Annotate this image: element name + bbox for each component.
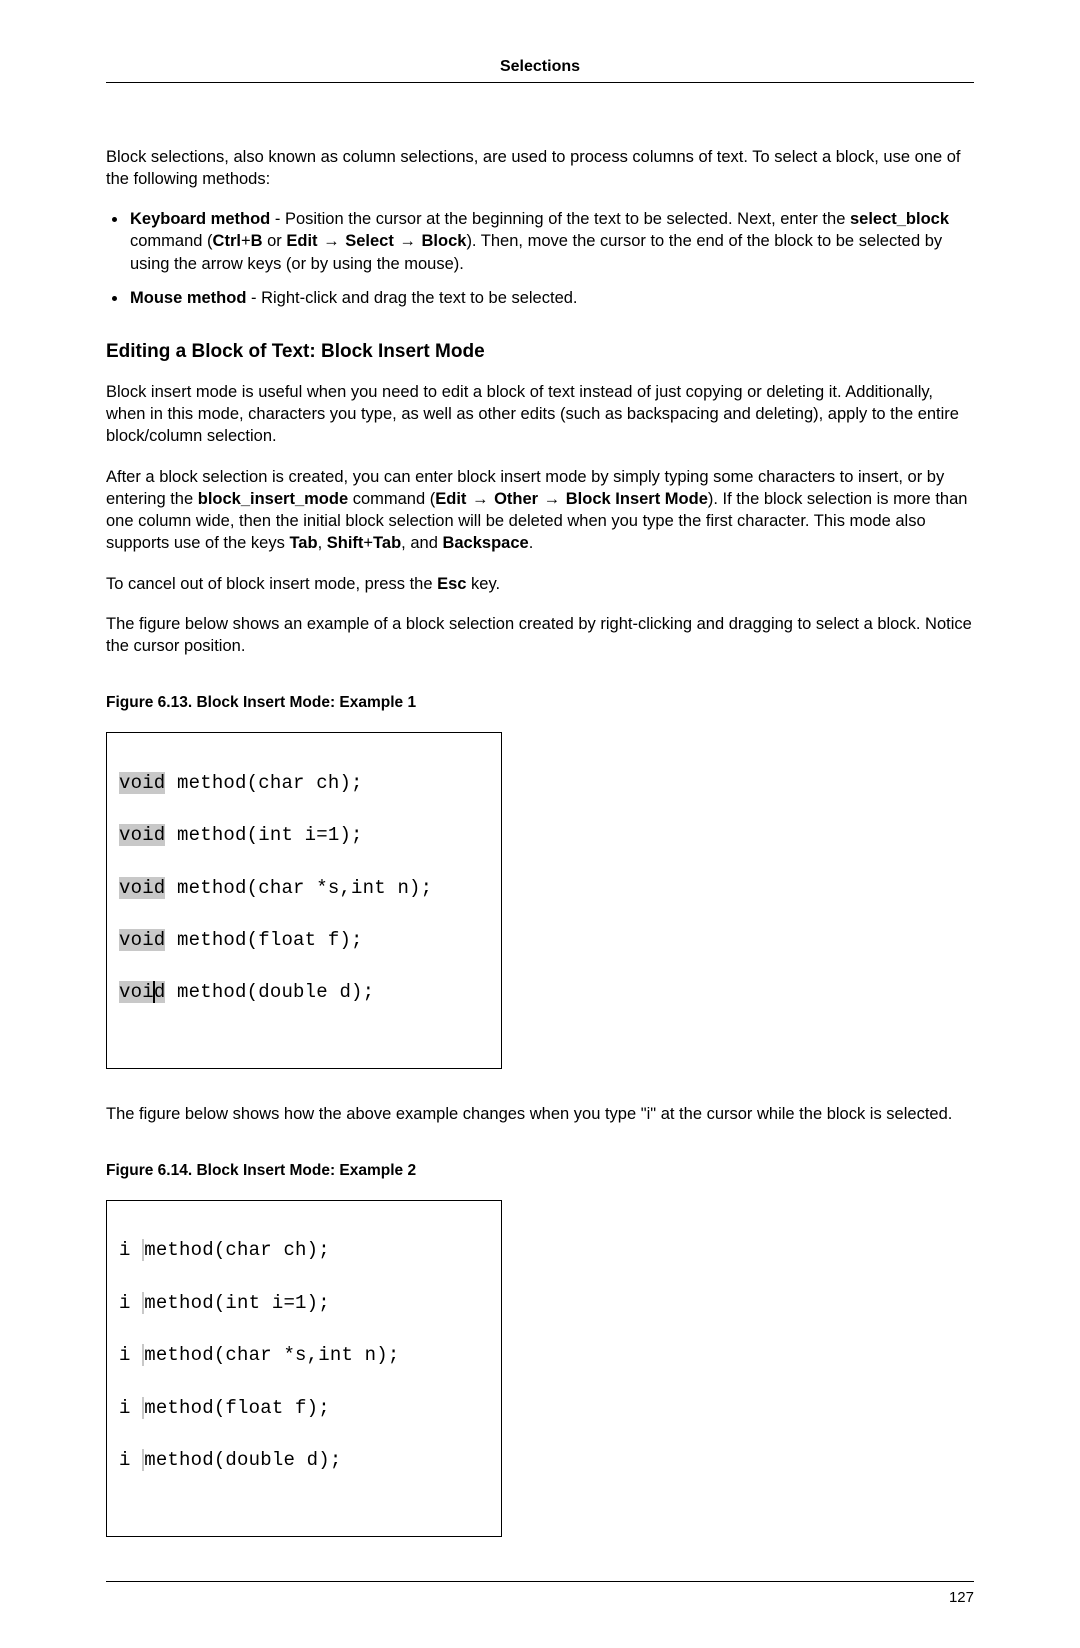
key-b: B (251, 232, 263, 250)
page-footer: 127 (106, 1581, 974, 1608)
text: - Position the cursor at the beginning o… (270, 210, 850, 228)
code-text: method(char *s,int n); (165, 877, 432, 899)
arrow-icon: → (538, 490, 566, 508)
text: , (318, 534, 327, 552)
code-line: i method(double d); (119, 1447, 489, 1473)
block-insert-mode-command: block_insert_mode (198, 490, 348, 508)
paragraph: To cancel out of block insert mode, pres… (106, 573, 974, 595)
section-heading: Editing a Block of Text: Block Insert Mo… (106, 339, 974, 365)
list-item: Mouse method - Right-click and drag the … (128, 287, 974, 309)
document-page: Selections Block selections, also known … (0, 0, 1080, 1648)
text: - Right-click and drag the text to be se… (246, 289, 577, 307)
text: key. (466, 575, 500, 593)
text: command ( (348, 490, 435, 508)
figure-caption: Figure 6.13. Block Insert Mode: Example … (106, 693, 974, 714)
code-text: method(float f); (165, 929, 362, 951)
key-shift: Shift (327, 534, 364, 552)
figure-caption: Figure 6.14. Block Insert Mode: Example … (106, 1161, 974, 1182)
code-text: i (119, 1344, 142, 1366)
code-text: i (119, 1449, 142, 1471)
key-tab: Tab (373, 534, 401, 552)
page-number: 127 (106, 1588, 974, 1608)
code-line: void method(char *s,int n); (119, 875, 489, 901)
text: , and (401, 534, 442, 552)
code-line: i method(char ch); (119, 1237, 489, 1263)
block-selection: void (119, 772, 165, 794)
paragraph: Block insert mode is useful when you nee… (106, 381, 974, 448)
text: . (529, 534, 534, 552)
text: + (363, 534, 373, 552)
key-backspace: Backspace (442, 534, 528, 552)
code-line: void method(double d); (119, 979, 489, 1005)
code-text: method(char ch); (144, 1239, 330, 1261)
key-tab: Tab (289, 534, 317, 552)
select-block-command: select_block (850, 210, 949, 228)
code-text: method(char *s,int n); (144, 1344, 399, 1366)
method-list: Keyboard method - Position the cursor at… (106, 208, 974, 309)
text: command ( (130, 232, 213, 250)
text: or (263, 232, 287, 250)
menu-edit: Edit (435, 490, 466, 508)
code-text: method(int i=1); (165, 824, 362, 846)
code-line: i method(char *s,int n); (119, 1342, 489, 1368)
menu-block-insert-mode: Block Insert Mode (566, 490, 708, 508)
intro-paragraph: Block selections, also known as column s… (106, 146, 974, 191)
block-selection: voi (119, 981, 154, 1003)
text: To cancel out of block insert mode, pres… (106, 575, 437, 593)
block-selection: void (119, 824, 165, 846)
code-example-1: void method(char ch); void method(int i=… (106, 732, 502, 1069)
text-cursor: d (154, 981, 166, 1003)
block-selection: void (119, 929, 165, 951)
arrow-icon: → (466, 490, 494, 508)
keyboard-method-label: Keyboard method (130, 210, 270, 228)
code-text: i (119, 1292, 142, 1314)
arrow-icon: → (318, 232, 346, 250)
code-text: method(double d); (144, 1449, 341, 1471)
code-line: void method(char ch); (119, 770, 489, 796)
block-selection: void (119, 877, 165, 899)
paragraph: After a block selection is created, you … (106, 466, 974, 555)
paragraph: The figure below shows an example of a b… (106, 613, 974, 658)
arrow-icon: → (394, 232, 422, 250)
key-ctrl: Ctrl (213, 232, 241, 250)
code-text: method(int i=1); (144, 1292, 330, 1314)
code-text: method(float f); (144, 1397, 330, 1419)
code-text: i (119, 1397, 142, 1419)
code-text: i (119, 1239, 142, 1261)
code-line: i method(float f); (119, 1395, 489, 1421)
code-text: method(double d); (165, 981, 374, 1003)
text: + (241, 232, 251, 250)
menu-edit: Edit (286, 232, 317, 250)
menu-block: Block (422, 232, 467, 250)
key-esc: Esc (437, 575, 466, 593)
header-rule (106, 82, 974, 83)
paragraph: The figure below shows how the above exa… (106, 1103, 974, 1125)
menu-select: Select (345, 232, 394, 250)
footer-rule (106, 1581, 974, 1582)
running-header: Selections (106, 56, 974, 78)
code-line: i method(int i=1); (119, 1290, 489, 1316)
list-item: Keyboard method - Position the cursor at… (128, 208, 974, 275)
code-example-2: i method(char ch); i method(int i=1); i … (106, 1200, 502, 1537)
mouse-method-label: Mouse method (130, 289, 246, 307)
menu-other: Other (494, 490, 538, 508)
code-text: method(char ch); (165, 772, 362, 794)
code-line: void method(int i=1); (119, 822, 489, 848)
code-line: void method(float f); (119, 927, 489, 953)
